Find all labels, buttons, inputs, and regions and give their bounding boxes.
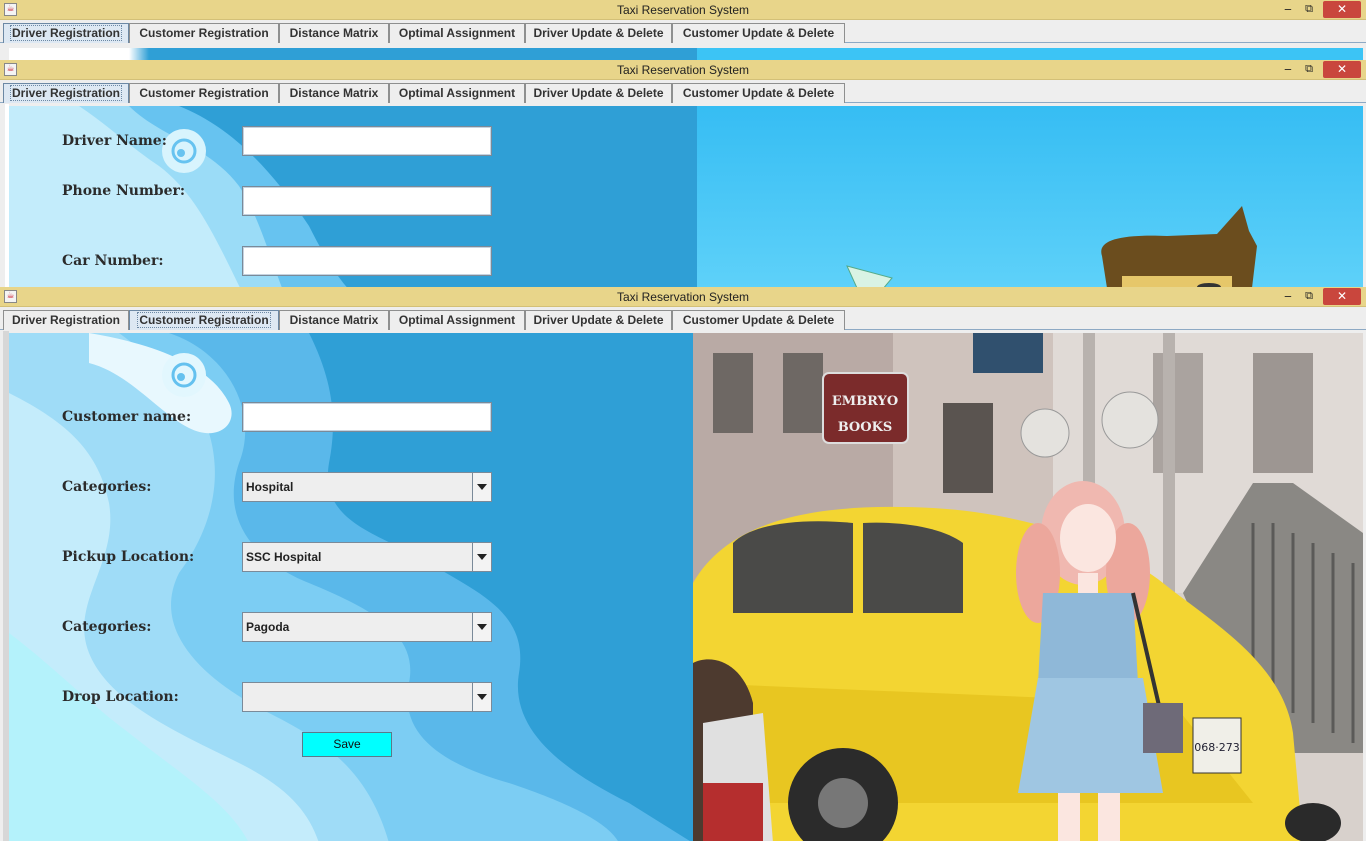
pickup-category-value: Hospital bbox=[246, 480, 294, 494]
drop-location-select[interactable] bbox=[242, 682, 492, 712]
chevron-down-icon[interactable] bbox=[472, 543, 491, 571]
drop-categories-label: Categories: bbox=[62, 619, 152, 635]
pickup-category-select[interactable]: Hospital bbox=[242, 472, 492, 502]
tab-driver-registration[interactable]: Driver Registration bbox=[3, 83, 129, 103]
license-plate: 068·273 bbox=[1194, 741, 1240, 754]
tab-distance-matrix[interactable]: Distance Matrix bbox=[279, 83, 389, 103]
customer-name-label: Customer name: bbox=[62, 409, 192, 425]
window-title: Taxi Reservation System bbox=[616, 63, 750, 77]
title-bar[interactable]: ☕ Taxi Reservation System ‒ ⧉ ✕ bbox=[0, 60, 1366, 80]
embryo-books-sign: EMBRYO bbox=[832, 394, 898, 409]
minimize-button[interactable]: ‒ bbox=[1280, 1, 1296, 18]
pickup-location-select[interactable]: SSC Hospital bbox=[242, 542, 492, 572]
close-button[interactable]: ✕ bbox=[1323, 1, 1361, 18]
window-driver: ☕ Taxi Reservation System ‒ ⧉ ✕ Driver R… bbox=[0, 60, 1366, 287]
cartoon-illustration bbox=[697, 106, 1363, 287]
tab-bar: Driver Registration Customer Registratio… bbox=[0, 20, 1366, 43]
title-bar[interactable]: ☕ Taxi Reservation System ‒ ⧉ ✕ bbox=[0, 287, 1366, 307]
driver-name-label: Driver Name: bbox=[62, 133, 167, 149]
tab-bar: Driver Registration Customer Registratio… bbox=[0, 307, 1366, 330]
tab-customer-update-delete[interactable]: Customer Update & Delete bbox=[672, 23, 845, 43]
svg-text:BOOKS: BOOKS bbox=[838, 420, 893, 435]
chevron-down-icon[interactable] bbox=[472, 613, 491, 641]
save-button[interactable]: Save bbox=[302, 732, 392, 757]
customer-panel: Customer name: Categories: Hospital Pick… bbox=[0, 331, 1366, 841]
content-area bbox=[0, 44, 1366, 60]
categories-label: Categories: bbox=[62, 479, 152, 495]
chevron-down-icon[interactable] bbox=[472, 683, 491, 711]
maximize-button[interactable]: ⧉ bbox=[1301, 1, 1317, 18]
window-back: ☕ Taxi Reservation System ‒ ⧉ ✕ Driver R… bbox=[0, 0, 1366, 60]
pickup-location-label: Pickup Location: bbox=[62, 549, 195, 565]
close-button[interactable]: ✕ bbox=[1323, 61, 1361, 78]
cartoon-background bbox=[697, 48, 1363, 60]
taxi-street-photo: EMBRYO BOOKS 068·273 bbox=[693, 333, 1363, 841]
phone-number-field[interactable] bbox=[242, 186, 492, 216]
tab-driver-update-delete[interactable]: Driver Update & Delete bbox=[525, 23, 672, 43]
tab-distance-matrix[interactable]: Distance Matrix bbox=[279, 310, 389, 330]
phone-number-label: Phone Number: bbox=[62, 183, 186, 199]
sky-background: Customer name: Categories: Hospital Pick… bbox=[9, 333, 693, 841]
drop-category-select[interactable]: Pagoda bbox=[242, 612, 492, 642]
close-button[interactable]: ✕ bbox=[1323, 288, 1361, 305]
car-number-field[interactable] bbox=[242, 246, 492, 276]
drop-category-value: Pagoda bbox=[246, 620, 290, 634]
tab-driver-registration[interactable]: Driver Registration bbox=[3, 310, 129, 330]
tab-bar: Driver Registration Customer Registratio… bbox=[0, 80, 1366, 103]
car-number-label: Car Number: bbox=[62, 253, 164, 269]
window-customer: ☕ Taxi Reservation System ‒ ⧉ ✕ Driver R… bbox=[0, 287, 1366, 841]
tab-customer-update-delete[interactable]: Customer Update & Delete bbox=[672, 310, 845, 330]
driver-name-field[interactable] bbox=[242, 126, 492, 156]
driver-panel: Driver Name: Phone Number: Car Number: bbox=[0, 104, 1366, 287]
minimize-button[interactable]: ‒ bbox=[1280, 61, 1296, 78]
tab-driver-update-delete[interactable]: Driver Update & Delete bbox=[525, 83, 672, 103]
tab-customer-registration[interactable]: Customer Registration bbox=[129, 310, 279, 330]
maximize-button[interactable]: ⧉ bbox=[1301, 288, 1317, 305]
pickup-location-value: SSC Hospital bbox=[246, 550, 322, 564]
chevron-down-icon[interactable] bbox=[472, 473, 491, 501]
cartoon-art bbox=[697, 106, 1363, 287]
tab-optimal-assignment[interactable]: Optimal Assignment bbox=[389, 83, 525, 103]
title-bar[interactable]: ☕ Taxi Reservation System ‒ ⧉ ✕ bbox=[0, 0, 1366, 20]
tab-optimal-assignment[interactable]: Optimal Assignment bbox=[389, 310, 525, 330]
tab-driver-update-delete[interactable]: Driver Update & Delete bbox=[525, 310, 672, 330]
tab-customer-update-delete[interactable]: Customer Update & Delete bbox=[672, 83, 845, 103]
drop-location-label: Drop Location: bbox=[62, 689, 179, 705]
street-photo: EMBRYO BOOKS 068·273 bbox=[693, 333, 1363, 841]
tab-distance-matrix[interactable]: Distance Matrix bbox=[279, 23, 389, 43]
tab-driver-registration[interactable]: Driver Registration bbox=[3, 23, 129, 43]
window-title: Taxi Reservation System bbox=[616, 3, 750, 17]
minimize-button[interactable]: ‒ bbox=[1280, 288, 1296, 305]
maximize-button[interactable]: ⧉ bbox=[1301, 61, 1317, 78]
tab-customer-registration[interactable]: Customer Registration bbox=[129, 83, 279, 103]
sky-background: Driver Name: Phone Number: Car Number: bbox=[9, 106, 697, 287]
window-title: Taxi Reservation System bbox=[616, 290, 750, 304]
tab-optimal-assignment[interactable]: Optimal Assignment bbox=[389, 23, 525, 43]
customer-name-field[interactable] bbox=[242, 402, 492, 432]
sky-background bbox=[9, 48, 697, 60]
tab-customer-registration[interactable]: Customer Registration bbox=[129, 23, 279, 43]
